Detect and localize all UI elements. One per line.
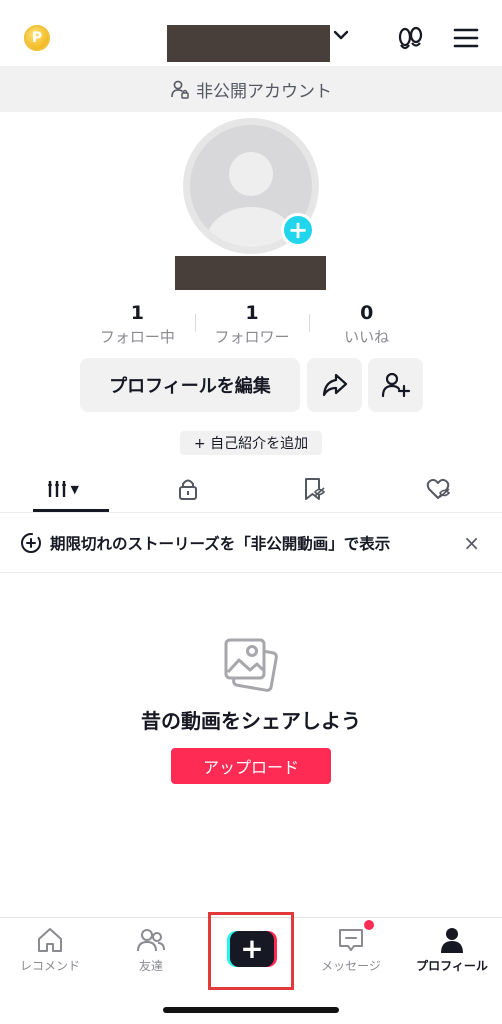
profile-screen: P 非公開アカウント + 1 フォロー中 1 フォロワー 0 いいね プロフィー…: [0, 0, 502, 1024]
chevron-down-icon[interactable]: [332, 26, 350, 44]
private-account-banner: 非公開アカウント: [0, 66, 502, 112]
followers-stat[interactable]: 1 フォロワー: [194, 300, 310, 350]
display-name-redacted: [175, 256, 326, 290]
likes-label: いいね: [344, 328, 390, 346]
followers-label: フォロワー: [214, 328, 290, 346]
home-icon: [38, 928, 62, 952]
footprint-icon[interactable]: [396, 26, 424, 52]
notice-text: 期限切れのストーリーズを「非公開動画」で表示: [50, 534, 391, 553]
add-bio-button[interactable]: + 自己紹介を追加: [180, 431, 322, 455]
expired-stories-notice[interactable]: 期限切れのストーリーズを「非公開動画」で表示 ×: [0, 512, 502, 573]
likes-stat[interactable]: 0 いいね: [309, 300, 424, 350]
add-photo-button[interactable]: +: [281, 213, 315, 247]
avatar-head-shape: [229, 152, 273, 196]
lock-user-icon: [171, 80, 189, 99]
unread-badge: [364, 920, 374, 930]
likes-count: 0: [360, 302, 374, 324]
nav-messages[interactable]: メッセージ: [301, 926, 401, 982]
nav-friends[interactable]: 友達: [101, 926, 201, 982]
stats-row: 1 フォロー中 1 フォロワー 0 いいね: [80, 300, 424, 350]
followers-count: 1: [245, 302, 259, 324]
share-icon: [322, 373, 347, 397]
nav-messages-label: メッセージ: [321, 959, 381, 973]
lock-icon: [179, 479, 198, 500]
coin-glyph: P: [31, 30, 43, 46]
heart-icon: [426, 478, 451, 499]
add-friend-button[interactable]: [368, 358, 423, 412]
upload-button[interactable]: アップロード: [171, 748, 331, 784]
add-friend-icon: [381, 372, 410, 398]
story-icon: [21, 532, 41, 553]
share-profile-button[interactable]: [307, 358, 362, 412]
tab-liked[interactable]: [377, 466, 502, 512]
tab-saved[interactable]: [251, 466, 377, 512]
menu-icon[interactable]: [453, 27, 479, 49]
bookmark-icon: [304, 478, 325, 500]
username-redacted[interactable]: [167, 25, 330, 62]
empty-state-title: 昔の動画をシェアしよう: [141, 709, 361, 733]
create-button[interactable]: +: [227, 931, 277, 967]
videos-grid-icon: [47, 481, 66, 497]
home-indicator: [163, 1007, 339, 1013]
edit-profile-button[interactable]: プロフィールを編集: [80, 358, 300, 412]
photo-icon: [224, 638, 278, 692]
tab-videos[interactable]: ▼: [0, 466, 126, 512]
close-icon[interactable]: ×: [463, 533, 480, 553]
friends-icon: [137, 929, 165, 952]
nav-home-label: レコメンド: [19, 959, 80, 973]
nav-profile-label: プロフィール: [416, 959, 488, 973]
create-highlight-box: +: [208, 912, 294, 990]
profile-tabs: ▼: [0, 466, 502, 512]
videos-caret-icon: ▼: [70, 482, 79, 496]
nav-friends-label: 友達: [138, 959, 163, 973]
coin-icon[interactable]: P: [24, 25, 50, 51]
message-icon: [339, 929, 363, 951]
create-plus-icon: +: [230, 931, 274, 967]
private-account-label: 非公開アカウント: [196, 81, 332, 102]
following-count: 1: [130, 302, 144, 324]
profile-icon: [441, 928, 463, 953]
following-label: フォロー中: [99, 328, 175, 346]
tab-private[interactable]: [126, 466, 252, 512]
following-stat[interactable]: 1 フォロー中: [80, 300, 195, 350]
nav-home[interactable]: レコメンド: [0, 926, 100, 982]
nav-profile[interactable]: プロフィール: [402, 926, 502, 982]
